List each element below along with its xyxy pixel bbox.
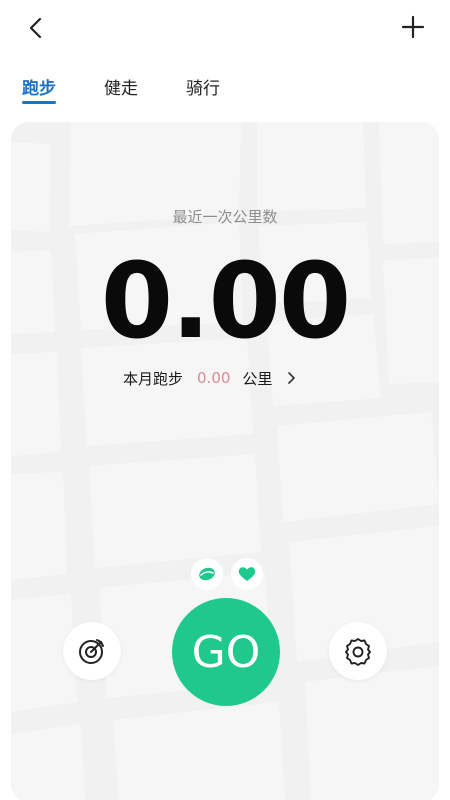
monthly-running-summary[interactable]: 本月跑步 0.00 公里: [123, 366, 296, 390]
active-tab-indicator: [22, 101, 56, 104]
goal-button[interactable]: [63, 622, 121, 680]
heart-icon: [238, 567, 256, 581]
tab-running[interactable]: 跑步: [22, 74, 56, 99]
map-card: 最近一次公里数 0.00 本月跑步 0.00 公里 GO: [11, 122, 439, 800]
go-start-button[interactable]: GO: [172, 598, 280, 706]
top-bar: [0, 0, 450, 56]
chevron-left-icon: [29, 17, 42, 39]
shoe-chip[interactable]: [191, 558, 223, 590]
month-unit: 公里: [242, 369, 273, 388]
month-distance-value: 0.00: [197, 369, 231, 387]
shoe-icon: [199, 567, 215, 581]
recent-distance-value: 0.00: [100, 240, 352, 362]
settings-button[interactable]: [329, 622, 387, 680]
recent-distance-label: 最近一次公里数: [172, 208, 278, 226]
activity-tabs: 跑步 健走 骑行: [0, 68, 450, 108]
tab-walking[interactable]: 健走: [104, 74, 138, 99]
back-button[interactable]: [20, 12, 52, 44]
plus-icon: [401, 15, 425, 39]
chevron-right-icon: [286, 371, 296, 385]
month-label: 本月跑步: [123, 369, 184, 388]
target-icon: [79, 639, 104, 664]
heart-rate-chip[interactable]: [231, 558, 263, 590]
gear-icon: [345, 638, 371, 666]
add-button[interactable]: [396, 10, 430, 44]
tab-cycling[interactable]: 骑行: [186, 74, 220, 99]
